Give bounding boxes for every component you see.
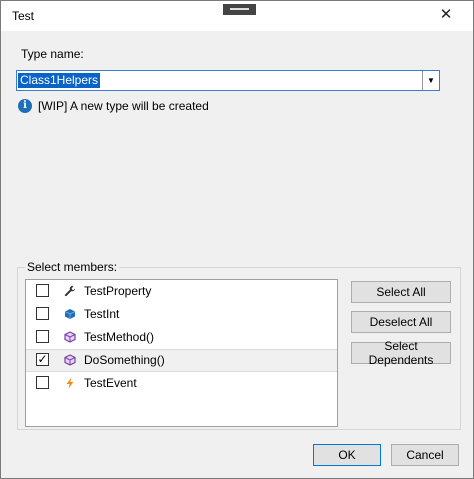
deselect-all-button[interactable]: Deselect All	[351, 311, 451, 333]
drag-handle-icon[interactable]	[223, 4, 256, 15]
members-label: Select members:	[25, 260, 120, 274]
type-name-value[interactable]: Class1Helpers	[18, 73, 101, 88]
ok-button[interactable]: OK	[313, 444, 381, 466]
type-name-label: Type name:	[21, 47, 84, 61]
field-icon	[64, 309, 76, 319]
method-cube-icon	[64, 354, 76, 366]
select-dependents-button[interactable]: Select Dependents	[351, 339, 451, 367]
window-title: Test	[12, 9, 35, 23]
member-label: TestInt	[84, 307, 120, 321]
member-row-testmethod[interactable]: TestMethod()	[26, 326, 337, 349]
checkbox[interactable]	[36, 330, 49, 343]
dialog-window: Test ✕ Type name: Class1Helpers ▼ i [WIP…	[0, 0, 474, 479]
checkbox-checked[interactable]: ✓	[36, 353, 49, 366]
member-row-testproperty[interactable]: TestProperty	[26, 280, 337, 303]
checkbox[interactable]	[36, 307, 49, 320]
method-cube-icon	[64, 331, 76, 343]
member-label: TestEvent	[84, 376, 137, 390]
title-bar[interactable]: Test ✕	[1, 1, 473, 31]
member-row-testevent[interactable]: TestEvent	[26, 372, 337, 395]
select-all-button[interactable]: Select All	[351, 281, 451, 303]
member-label: TestProperty	[84, 284, 152, 298]
close-icon[interactable]: ✕	[439, 7, 453, 22]
lightning-icon	[66, 377, 74, 389]
wrench-icon	[64, 285, 76, 297]
checkbox[interactable]	[36, 284, 49, 297]
member-row-dosomething[interactable]: ✓ DoSomething()	[26, 349, 337, 372]
info-message: [WIP] A new type will be created	[38, 99, 209, 113]
checkbox[interactable]	[36, 376, 49, 389]
info-message-row: i [WIP] A new type will be created	[18, 99, 209, 113]
member-label: TestMethod()	[84, 330, 155, 344]
chevron-down-icon[interactable]: ▼	[422, 71, 439, 90]
cancel-button[interactable]: Cancel	[391, 444, 459, 466]
member-row-testint[interactable]: TestInt	[26, 303, 337, 326]
type-name-combobox[interactable]: Class1Helpers ▼	[16, 70, 440, 91]
info-icon: i	[18, 99, 32, 113]
members-list[interactable]: TestProperty TestInt TestMethod() ✓ DoSo…	[25, 279, 338, 427]
member-label: DoSomething()	[84, 353, 165, 367]
